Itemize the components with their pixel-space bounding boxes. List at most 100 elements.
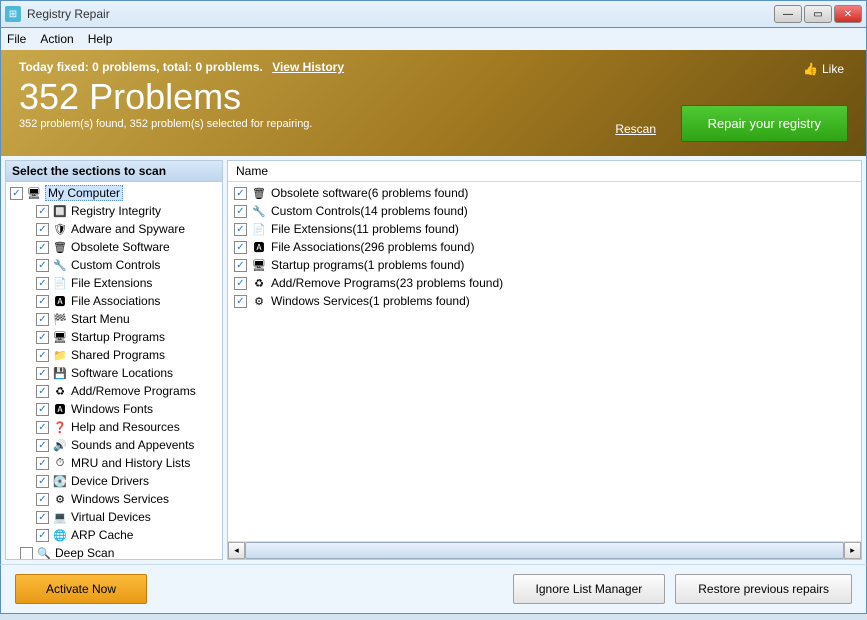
section-icon: 🅰 bbox=[52, 401, 68, 417]
checkbox[interactable] bbox=[36, 511, 49, 524]
results-list: 🗑Obsolete software(6 problems found)🔧Cus… bbox=[228, 182, 861, 541]
menu-file[interactable]: File bbox=[7, 32, 26, 46]
tree-item-14[interactable]: ⏱MRU and History Lists bbox=[6, 454, 222, 472]
window-title: Registry Repair bbox=[27, 7, 774, 21]
checkbox[interactable] bbox=[36, 205, 49, 218]
result-row-2[interactable]: 📄File Extensions(11 problems found) bbox=[230, 220, 859, 238]
total-count: 0 problems. bbox=[195, 60, 262, 74]
tree-item-7[interactable]: 🖥Startup Programs bbox=[6, 328, 222, 346]
scroll-left-arrow[interactable]: ◂ bbox=[228, 542, 245, 559]
section-icon: 📄 bbox=[52, 275, 68, 291]
checkbox[interactable] bbox=[10, 187, 23, 200]
checkbox[interactable] bbox=[36, 313, 49, 326]
maximize-button[interactable]: ▭ bbox=[804, 5, 832, 23]
checkbox[interactable] bbox=[234, 259, 247, 272]
section-label: Obsolete Software bbox=[71, 240, 170, 254]
tree-item-1[interactable]: 🛡Adware and Spyware bbox=[6, 220, 222, 238]
scroll-thumb[interactable] bbox=[245, 542, 844, 559]
tree-item-15[interactable]: 💽Device Drivers bbox=[6, 472, 222, 490]
close-button[interactable]: ✕ bbox=[834, 5, 862, 23]
checkbox[interactable] bbox=[234, 223, 247, 236]
tree-item-9[interactable]: 💾Software Locations bbox=[6, 364, 222, 382]
checkbox[interactable] bbox=[234, 295, 247, 308]
tree-deep-scan[interactable]: 🔍Deep Scan bbox=[6, 544, 222, 559]
tree-item-12[interactable]: ❓Help and Resources bbox=[6, 418, 222, 436]
menu-bar: File Action Help bbox=[0, 28, 867, 50]
result-label: File Associations(296 problems found) bbox=[271, 240, 474, 254]
tree-item-6[interactable]: 🏁Start Menu bbox=[6, 310, 222, 328]
checkbox[interactable] bbox=[234, 205, 247, 218]
section-icon: 💾 bbox=[52, 365, 68, 381]
checkbox[interactable] bbox=[36, 367, 49, 380]
section-icon: 🅰 bbox=[52, 293, 68, 309]
tree-root-my-computer[interactable]: 🖥My Computer bbox=[6, 184, 222, 202]
view-history-link[interactable]: View History bbox=[272, 60, 344, 74]
checkbox[interactable] bbox=[36, 421, 49, 434]
section-label: Windows Fonts bbox=[71, 402, 153, 416]
section-label: MRU and History Lists bbox=[71, 456, 190, 470]
checkbox[interactable] bbox=[36, 349, 49, 362]
tree-item-13[interactable]: 🔊Sounds and Appevents bbox=[6, 436, 222, 454]
summary-banner: Today fixed: 0 problems, total: 0 proble… bbox=[0, 50, 867, 156]
ignore-list-button[interactable]: Ignore List Manager bbox=[513, 574, 666, 604]
like-button[interactable]: Like bbox=[803, 62, 844, 76]
repair-registry-button[interactable]: Repair your registry bbox=[681, 105, 848, 142]
checkbox[interactable] bbox=[36, 439, 49, 452]
result-row-5[interactable]: ♻Add/Remove Programs(23 problems found) bbox=[230, 274, 859, 292]
tree-item-17[interactable]: 💻Virtual Devices bbox=[6, 508, 222, 526]
rescan-link[interactable]: Rescan bbox=[615, 122, 656, 136]
section-icon: 💻 bbox=[52, 509, 68, 525]
section-icon: 🗑 bbox=[52, 239, 68, 255]
tree-item-2[interactable]: 🗑Obsolete Software bbox=[6, 238, 222, 256]
checkbox[interactable] bbox=[234, 277, 247, 290]
result-row-0[interactable]: 🗑Obsolete software(6 problems found) bbox=[230, 184, 859, 202]
scroll-right-arrow[interactable]: ▸ bbox=[844, 542, 861, 559]
tree-item-16[interactable]: ⚙Windows Services bbox=[6, 490, 222, 508]
sections-tree[interactable]: 🖥My Computer🔲Registry Integrity🛡Adware a… bbox=[6, 182, 222, 559]
title-bar: Registry Repair — ▭ ✕ bbox=[0, 0, 867, 28]
tree-item-8[interactable]: 📁Shared Programs bbox=[6, 346, 222, 364]
tree-item-5[interactable]: 🅰File Associations bbox=[6, 292, 222, 310]
section-label: Start Menu bbox=[71, 312, 130, 326]
menu-help[interactable]: Help bbox=[88, 32, 113, 46]
checkbox[interactable] bbox=[36, 385, 49, 398]
result-label: Obsolete software(6 problems found) bbox=[271, 186, 468, 200]
section-label: My Computer bbox=[45, 185, 123, 201]
checkbox[interactable] bbox=[234, 187, 247, 200]
restore-previous-button[interactable]: Restore previous repairs bbox=[675, 574, 852, 604]
checkbox[interactable] bbox=[36, 241, 49, 254]
checkbox[interactable] bbox=[20, 547, 33, 560]
result-row-1[interactable]: 🔧Custom Controls(14 problems found) bbox=[230, 202, 859, 220]
section-label: Virtual Devices bbox=[71, 510, 151, 524]
activate-now-button[interactable]: Activate Now bbox=[15, 574, 147, 604]
scroll-track[interactable] bbox=[245, 542, 844, 559]
tree-item-11[interactable]: 🅰Windows Fonts bbox=[6, 400, 222, 418]
checkbox[interactable] bbox=[36, 457, 49, 470]
checkbox[interactable] bbox=[234, 241, 247, 254]
checkbox[interactable] bbox=[36, 277, 49, 290]
tree-item-18[interactable]: 🌐ARP Cache bbox=[6, 526, 222, 544]
result-row-4[interactable]: 🖥Startup programs(1 problems found) bbox=[230, 256, 859, 274]
result-row-6[interactable]: ⚙Windows Services(1 problems found) bbox=[230, 292, 859, 310]
result-label: File Extensions(11 problems found) bbox=[271, 222, 459, 236]
menu-action[interactable]: Action bbox=[40, 32, 73, 46]
minimize-button[interactable]: — bbox=[774, 5, 802, 23]
checkbox[interactable] bbox=[36, 529, 49, 542]
checkbox[interactable] bbox=[36, 331, 49, 344]
tree-item-3[interactable]: 🔧Custom Controls bbox=[6, 256, 222, 274]
tree-item-10[interactable]: ♻Add/Remove Programs bbox=[6, 382, 222, 400]
section-label: File Associations bbox=[71, 294, 160, 308]
results-header: Name bbox=[228, 161, 861, 182]
result-label: Add/Remove Programs(23 problems found) bbox=[271, 276, 503, 290]
tree-item-4[interactable]: 📄File Extensions bbox=[6, 274, 222, 292]
section-icon: 🏁 bbox=[52, 311, 68, 327]
result-row-3[interactable]: 🅰File Associations(296 problems found) bbox=[230, 238, 859, 256]
checkbox[interactable] bbox=[36, 403, 49, 416]
checkbox[interactable] bbox=[36, 493, 49, 506]
tree-item-0[interactable]: 🔲Registry Integrity bbox=[6, 202, 222, 220]
checkbox[interactable] bbox=[36, 295, 49, 308]
checkbox[interactable] bbox=[36, 223, 49, 236]
horizontal-scrollbar[interactable]: ◂ ▸ bbox=[228, 541, 861, 559]
checkbox[interactable] bbox=[36, 475, 49, 488]
checkbox[interactable] bbox=[36, 259, 49, 272]
